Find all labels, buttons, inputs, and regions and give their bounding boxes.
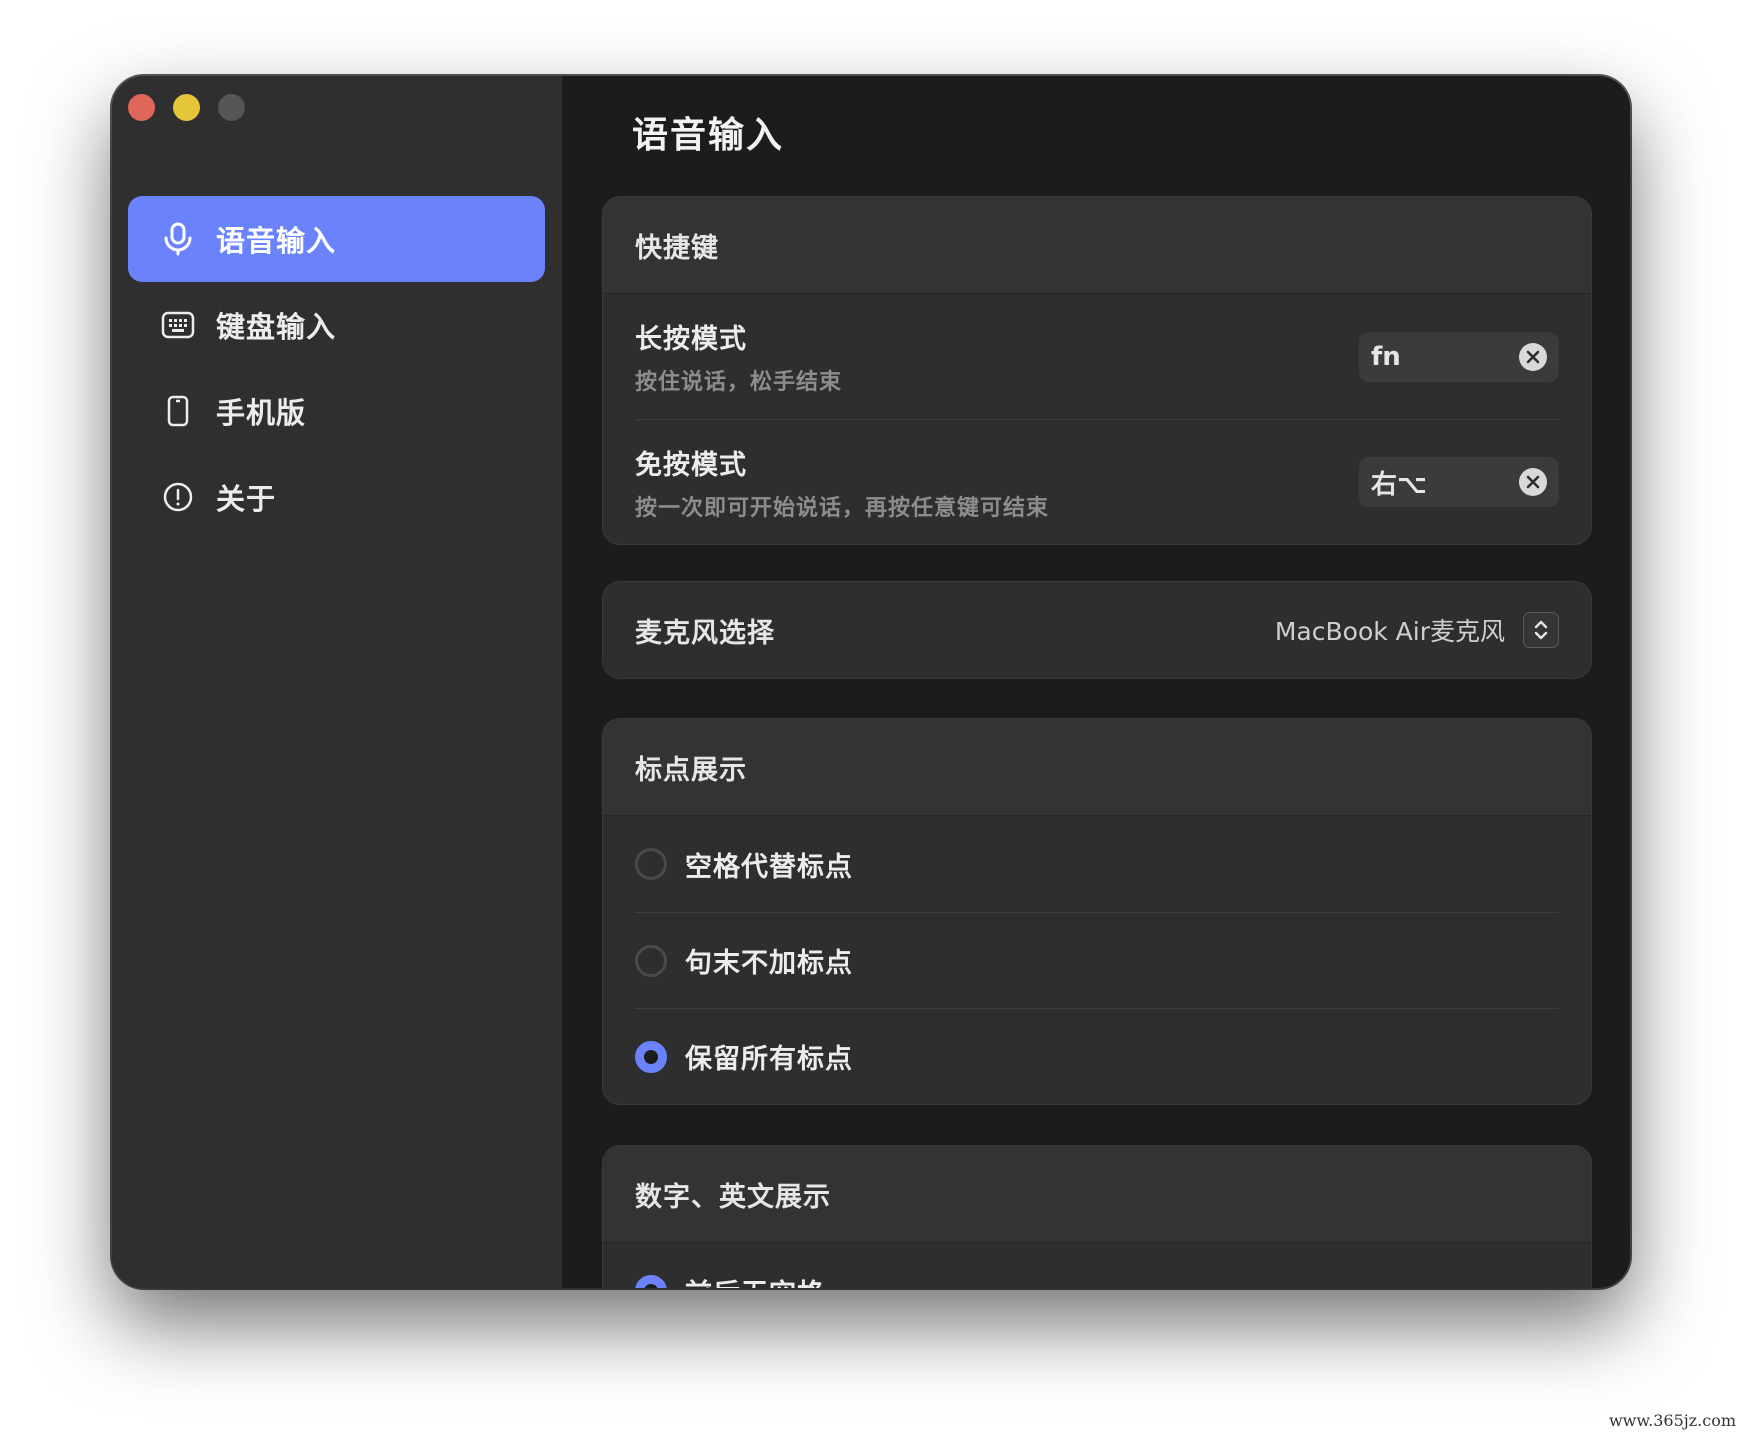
select-stepper[interactable] [1523, 612, 1559, 648]
microphone-icon [160, 221, 196, 257]
phone-icon [160, 393, 196, 429]
radio-label: 前后无空格 [685, 1272, 825, 1289]
sidebar-item-label: 语音输入 [216, 224, 337, 258]
numbers-english-card: 数字、英文展示 前后无空格 [602, 1145, 1592, 1288]
zoom-window-button[interactable] [218, 94, 245, 121]
sidebar-item-about[interactable]: 关于 [128, 454, 545, 540]
radio-label: 句末不加标点 [685, 948, 853, 979]
sidebar-item-keyboard-input[interactable]: 键盘输入 [128, 282, 545, 368]
sidebar: 语音输入 键盘输入 手机版 关于 [112, 76, 562, 1288]
radio-label: 空格代替标点 [685, 851, 853, 883]
shortcuts-card: 快捷键 长按模式 按住说话，松手结束 fn 免按模式 按一次即可开始说话，再按任… [602, 196, 1592, 545]
clear-shortcut-button[interactable] [1519, 468, 1547, 496]
radio-option[interactable]: 空格代替标点 [635, 816, 1559, 912]
sidebar-nav: 语音输入 键盘输入 手机版 关于 [128, 196, 545, 540]
sidebar-item-label: 手机版 [216, 396, 307, 430]
close-window-button[interactable] [128, 94, 155, 121]
info-icon [160, 479, 196, 515]
sidebar-item-label: 关于 [216, 482, 277, 516]
radio-button-checked[interactable] [635, 1040, 667, 1073]
shortcut-subtitle: 按住说话，松手结束 [635, 370, 843, 395]
clear-shortcut-button[interactable] [1519, 342, 1547, 371]
traffic-lights [128, 94, 245, 121]
close-icon [1526, 475, 1540, 489]
microphone-card: 麦克风选择 MacBook Air麦克风 [602, 581, 1592, 679]
page-title: 语音输入 [632, 115, 785, 156]
radio-option[interactable]: 保留所有标点 [635, 1008, 1559, 1104]
shortcut-key-field[interactable]: fn [1359, 331, 1559, 382]
radio-button[interactable] [635, 944, 667, 977]
numbers-english-header: 数字、英文展示 [603, 1146, 1591, 1243]
radio-button-checked[interactable] [635, 1275, 667, 1288]
radio-option[interactable]: 前后无空格 [635, 1243, 1559, 1288]
up-down-chevron-icon [1534, 620, 1548, 640]
keyboard-icon [160, 307, 196, 343]
shortcut-key-field[interactable]: 右⌥ [1359, 457, 1559, 507]
main-content: 语音输入 快捷键 长按模式 按住说话，松手结束 fn 免按模式 按一次即可开始说… [562, 76, 1630, 1288]
close-icon [1526, 350, 1540, 363]
microphone-label: 麦克风选择 [635, 617, 775, 649]
radio-label: 保留所有标点 [685, 1044, 853, 1075]
microphone-select[interactable]: MacBook Air麦克风 [1275, 612, 1559, 648]
shortcut-row-hold: 长按模式 按住说话，松手结束 fn [635, 294, 1559, 419]
minimize-window-button[interactable] [173, 94, 200, 121]
radio-button[interactable] [635, 848, 667, 880]
shortcut-subtitle: 按一次即可开始说话，再按任意键可结束 [635, 495, 1050, 521]
shortcuts-header: 快捷键 [603, 197, 1591, 294]
shortcut-row-handsfree: 免按模式 按一次即可开始说话，再按任意键可结束 右⌥ [635, 419, 1559, 544]
sidebar-item-voice-input[interactable]: 语音输入 [128, 196, 545, 282]
punctuation-card: 标点展示 空格代替标点 句末不加标点 保留所有标点 [602, 718, 1592, 1105]
shortcut-key-value: fn [1371, 341, 1401, 372]
shortcut-key-value: 右⌥ [1371, 469, 1427, 500]
radio-option[interactable]: 句末不加标点 [635, 912, 1559, 1008]
sidebar-item-mobile[interactable]: 手机版 [128, 368, 545, 454]
watermark: www.365jz.com [1608, 1411, 1736, 1430]
punctuation-header: 标点展示 [603, 719, 1591, 816]
microphone-row: 麦克风选择 MacBook Air麦克风 [603, 582, 1591, 678]
app-window: 语音输入 键盘输入 手机版 关于 语音输入 快捷键 长按模式 按住说话，松手结束… [112, 76, 1630, 1288]
microphone-value: MacBook Air麦克风 [1274, 617, 1505, 646]
sidebar-item-label: 键盘输入 [216, 310, 337, 344]
shortcut-title: 免按模式 [635, 449, 747, 481]
shortcut-title: 长按模式 [635, 324, 747, 355]
